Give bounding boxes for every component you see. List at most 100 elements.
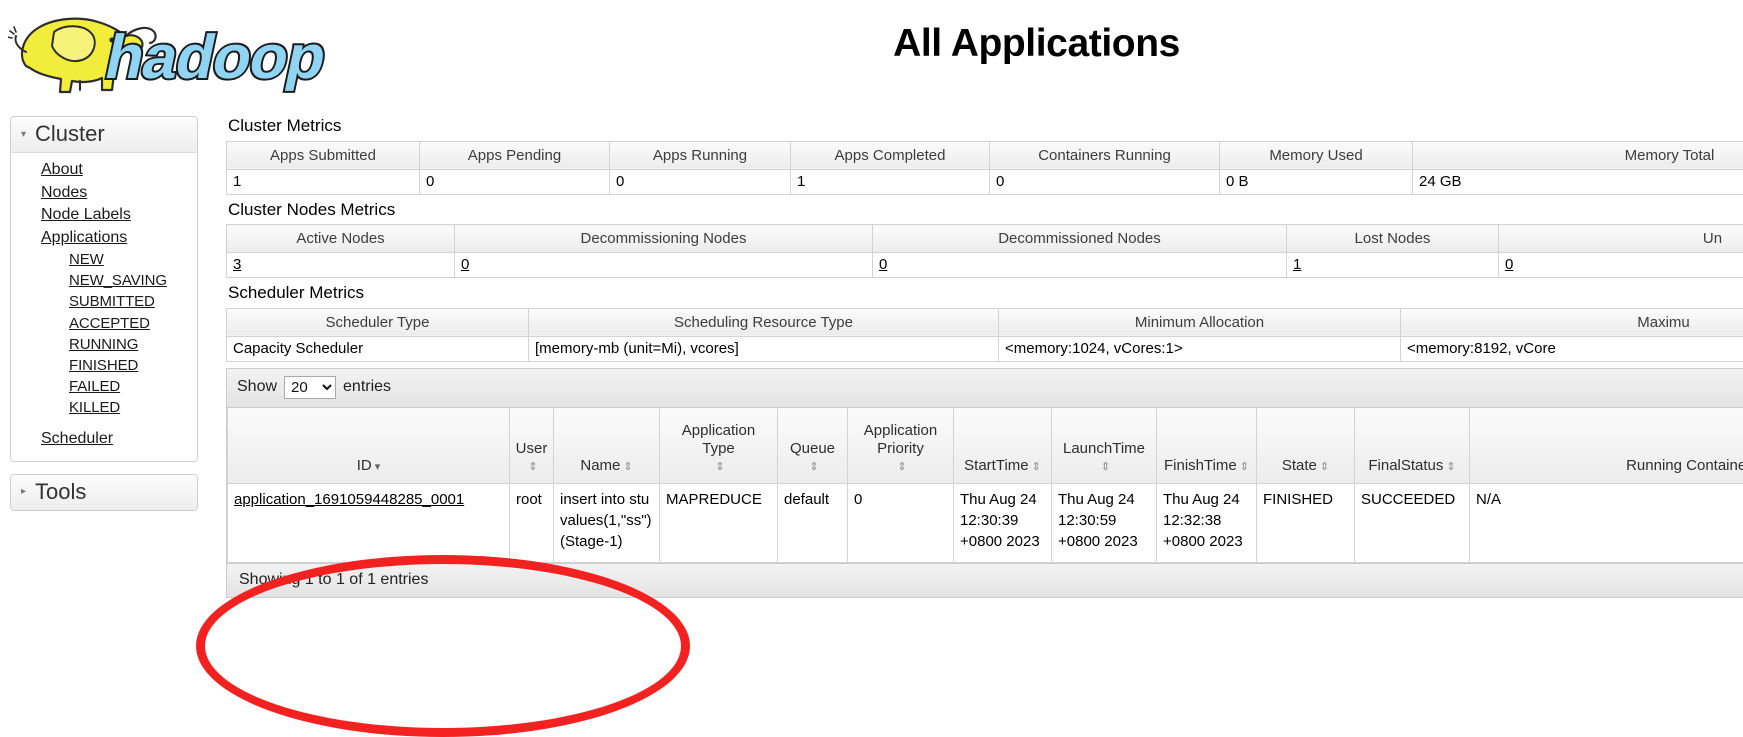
col-final-status-label: FinalStatus [1368,457,1443,475]
val-maximum-allocation: <memory:8192, vCore [1401,336,1743,361]
col-scheduler-type[interactable]: Scheduler Type [227,308,529,336]
cell-queue: default [778,484,848,563]
applications-toolbar: Show 20 50 100 entries [227,369,1743,408]
tools-nav-header[interactable]: ▸ Tools [11,475,197,510]
col-start-time[interactable]: StartTime ⇕ [954,408,1052,484]
sort-both-icon[interactable]: ⇕ [1320,461,1329,474]
col-launch-time-label: LaunchTime [1063,440,1145,458]
chevron-right-icon: ▸ [21,487,26,497]
sort-both-icon[interactable]: ⇕ [897,461,906,474]
col-memory-total[interactable]: Memory Total [1413,141,1743,169]
sidebar-item-about[interactable]: About [11,159,197,181]
nav-spacer [11,418,197,428]
decommissioned-nodes-link[interactable]: 0 [879,256,887,273]
table-header-row: Apps Submitted Apps Pending Apps Running… [227,141,1743,169]
col-application-type[interactable]: Application Type⇕ [660,408,778,484]
col-maximum-allocation[interactable]: Maximu [1401,308,1743,336]
applications-panel: Show 20 50 100 entries ID▾ User ⇕ [226,368,1743,599]
val-scheduling-resource-type: [memory-mb (unit=Mi), vcores] [529,336,999,361]
col-launch-time[interactable]: LaunchTime ⇕ [1052,408,1157,484]
col-finish-time[interactable]: FinishTime⇕ [1157,408,1257,484]
scheduler-metrics-title: Scheduler Metrics [228,283,1743,303]
col-application-priority[interactable]: Application Priority⇕ [848,408,954,484]
cluster-nav-body: About Nodes Node Labels Applications NEW… [11,153,197,461]
col-state[interactable]: State⇕ [1257,408,1355,484]
col-minimum-allocation[interactable]: Minimum Allocation [999,308,1401,336]
col-scheduling-resource-type[interactable]: Scheduling Resource Type [529,308,999,336]
col-unhealthy-nodes[interactable]: Un [1499,225,1743,253]
sort-both-icon[interactable]: ⇕ [528,461,537,474]
col-apps-running[interactable]: Apps Running [610,141,791,169]
col-id-label: ID [357,457,372,475]
sidebar-item-applications[interactable]: Applications [11,227,197,249]
val-active-nodes: 3 [227,253,455,278]
entries-label: entries [343,378,391,396]
table-header-row: ID▾ User ⇕ Name⇕ Application Type⇕ Queue⇕… [228,408,1743,484]
sidebar-item-node-labels[interactable]: Node Labels [11,204,197,226]
decommissioning-nodes-link[interactable]: 0 [461,256,469,273]
sort-both-icon[interactable]: ⇕ [1032,461,1041,474]
col-active-nodes[interactable]: Active Nodes [227,225,455,253]
cell-running-containers: N/A [1470,484,1743,563]
main-content: Cluster Metrics Apps Submitted Apps Pend… [218,116,1743,598]
col-start-time-label: StartTime [964,457,1028,475]
cluster-nav-block: ▾ Cluster About Nodes Node Labels Applic… [10,116,198,462]
col-final-status[interactable]: FinalStatus⇕ [1355,408,1470,484]
sidebar: ▾ Cluster About Nodes Node Labels Applic… [10,116,198,523]
cell-application-type: MAPREDUCE [660,484,778,563]
sort-desc-icon[interactable]: ▾ [375,461,381,474]
col-decommissioned-nodes[interactable]: Decommissioned Nodes [873,225,1287,253]
tools-nav-block: ▸ Tools [10,474,198,511]
sort-both-icon[interactable]: ⇕ [1101,461,1110,474]
application-id-link[interactable]: application_1691059448285_0001 [234,491,464,508]
col-name[interactable]: Name⇕ [554,408,660,484]
cell-launch-time: Thu Aug 24 12:30:59 +0800 2023 [1052,484,1157,563]
col-memory-used[interactable]: Memory Used [1220,141,1413,169]
sort-both-icon[interactable]: ⇕ [1240,461,1249,474]
sort-both-icon[interactable]: ⇕ [809,461,818,474]
sidebar-item-state-failed[interactable]: FAILED [11,376,197,397]
col-containers-running[interactable]: Containers Running [990,141,1220,169]
cell-user: root [510,484,554,563]
sidebar-item-state-finished[interactable]: FINISHED [11,355,197,376]
col-decommissioning-nodes[interactable]: Decommissioning Nodes [455,225,873,253]
active-nodes-link[interactable]: 3 [233,256,241,273]
val-minimum-allocation: <memory:1024, vCores:1> [999,336,1401,361]
cluster-nav-title: Cluster [35,122,105,145]
sidebar-item-nodes[interactable]: Nodes [11,182,197,204]
col-user-label: User [516,440,548,458]
val-unhealthy-nodes: 0 [1499,253,1743,278]
col-lost-nodes[interactable]: Lost Nodes [1287,225,1499,253]
sidebar-item-state-new[interactable]: NEW [11,249,197,270]
sort-both-icon[interactable]: ⇕ [715,461,724,474]
table-row: 3 0 0 1 0 [227,253,1743,278]
sidebar-item-state-new-saving[interactable]: NEW_SAVING [11,270,197,291]
sort-both-icon[interactable]: ⇕ [1446,461,1455,474]
val-memory-used: 0 B [1220,169,1413,194]
sort-both-icon[interactable]: ⇕ [623,461,632,474]
table-row: 1 0 0 1 0 0 B 24 GB [227,169,1743,194]
col-user[interactable]: User ⇕ [510,408,554,484]
show-label: Show [237,378,277,396]
table-header-row: Active Nodes Decommissioning Nodes Decom… [227,225,1743,253]
sidebar-item-state-accepted[interactable]: ACCEPTED [11,313,197,334]
col-id[interactable]: ID▾ [228,408,510,484]
val-decommissioned-nodes: 0 [873,253,1287,278]
page-size-select[interactable]: 20 50 100 [284,376,336,399]
col-running-containers[interactable]: Running Containers⇕ [1470,408,1743,484]
sidebar-item-scheduler[interactable]: Scheduler [11,428,197,450]
sidebar-item-state-submitted[interactable]: SUBMITTED [11,291,197,312]
sidebar-item-state-running[interactable]: RUNNING [11,334,197,355]
cluster-nav-header[interactable]: ▾ Cluster [11,117,197,153]
col-state-label: State [1282,457,1317,475]
sidebar-item-state-killed[interactable]: KILLED [11,397,197,418]
col-apps-completed[interactable]: Apps Completed [791,141,990,169]
cell-application-priority: 0 [848,484,954,563]
col-apps-submitted[interactable]: Apps Submitted [227,141,420,169]
table-row: application_1691059448285_0001 root inse… [228,484,1743,563]
col-apps-pending[interactable]: Apps Pending [420,141,610,169]
unhealthy-nodes-link[interactable]: 0 [1505,256,1513,273]
lost-nodes-link[interactable]: 1 [1293,256,1301,273]
page-title: All Applications [0,22,1743,66]
col-queue[interactable]: Queue⇕ [778,408,848,484]
